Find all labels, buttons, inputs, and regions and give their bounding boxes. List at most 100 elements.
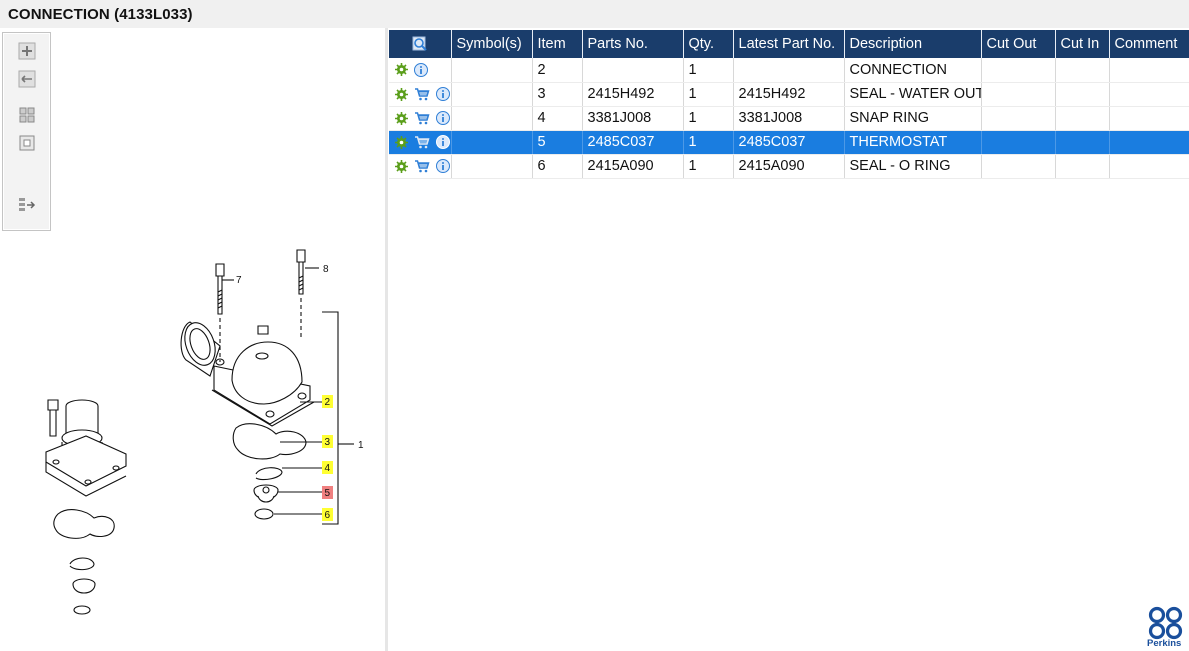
cell-latest-part-no	[733, 58, 845, 83]
gasket-3-drawing	[232, 423, 307, 460]
parts-table: Symbol(s) Item Parts No. Qty. Latest Par…	[389, 30, 1189, 179]
cell-parts-no: 3381J008	[582, 106, 684, 131]
parts-list: Symbol(s) Item Parts No. Qty. Latest Par…	[389, 30, 1189, 179]
gear-icon[interactable]	[395, 111, 408, 125]
callout-8[interactable]: 8	[323, 264, 329, 275]
cell-item: 3	[532, 82, 583, 107]
cell-comment	[1109, 106, 1189, 131]
column-header-qty[interactable]: Qty.	[683, 30, 734, 58]
drawing-toolbar	[2, 32, 51, 231]
table-header-row: Symbol(s) Item Parts No. Qty. Latest Par…	[389, 30, 1189, 58]
gear-icon[interactable]	[395, 63, 408, 77]
cell-symbols	[451, 106, 533, 131]
zoom-in-button[interactable]	[15, 41, 39, 61]
row-actions	[389, 130, 452, 155]
cell-qty: 1	[683, 106, 734, 131]
column-header-item[interactable]: Item	[532, 30, 583, 58]
plus-icon	[18, 42, 36, 60]
cell-comment	[1109, 82, 1189, 107]
row-actions	[389, 154, 452, 179]
cell-description: SEAL - WATER OUTLET	[844, 82, 982, 107]
column-header-actions[interactable]	[389, 30, 452, 58]
info-icon[interactable]	[414, 62, 429, 77]
cell-cut-in	[1055, 130, 1110, 155]
cell-comment	[1109, 130, 1189, 155]
window-title-bar: CONNECTION (4133L033)	[0, 0, 1189, 28]
cell-comment	[1109, 58, 1189, 83]
cell-cut-in	[1055, 106, 1110, 131]
cell-parts-no: 2485C037	[582, 130, 684, 155]
table-row[interactable]: 3 2415H492 1 2415H492 SEAL - WATER OUTLE…	[389, 82, 1189, 107]
info-icon[interactable]	[436, 111, 450, 126]
cart-icon[interactable]	[414, 111, 430, 125]
column-header-parts-no[interactable]: Parts No.	[582, 30, 684, 58]
column-header-cut-out[interactable]: Cut Out	[981, 30, 1056, 58]
cell-latest-part-no: 2485C037	[733, 130, 845, 155]
callout-2[interactable]: 2	[325, 397, 331, 408]
info-icon[interactable]	[436, 87, 450, 102]
cell-symbols	[451, 154, 533, 179]
callout-3[interactable]: 3	[325, 437, 331, 448]
cell-description: SEAL - O RING	[844, 154, 982, 179]
cell-comment	[1109, 154, 1189, 179]
cell-cut-in	[1055, 82, 1110, 107]
callout-7[interactable]: 7	[236, 275, 242, 286]
fit-all-button[interactable]	[15, 105, 39, 125]
cell-cut-out	[981, 82, 1056, 107]
column-header-latest-part-no[interactable]: Latest Part No.	[733, 30, 845, 58]
search-parts-icon	[412, 36, 427, 51]
cell-cut-in	[1055, 154, 1110, 179]
cell-qty: 1	[683, 58, 734, 83]
callout-4[interactable]: 4	[325, 463, 331, 474]
snap-ring-4-drawing	[255, 467, 283, 481]
grid-icon	[19, 107, 35, 123]
row-actions	[389, 58, 452, 83]
gear-icon[interactable]	[395, 135, 408, 149]
gear-icon[interactable]	[395, 159, 408, 173]
cart-icon[interactable]	[414, 135, 430, 149]
export-list-icon	[19, 198, 36, 211]
info-icon[interactable]	[436, 159, 450, 174]
cell-qty: 1	[683, 154, 734, 179]
cell-cut-out	[981, 58, 1056, 83]
column-header-symbols[interactable]: Symbol(s)	[451, 30, 533, 58]
cell-item: 2	[532, 58, 583, 83]
table-row-selected[interactable]: 5 2485C037 1 2485C037 THERMOSTAT	[389, 130, 1189, 155]
cart-icon[interactable]	[414, 87, 430, 101]
table-row[interactable]: 6 2415A090 1 2415A090 SEAL - O RING	[389, 154, 1189, 179]
cell-latest-part-no: 2415A090	[733, 154, 845, 179]
minus-icon	[18, 70, 36, 88]
cell-cut-out	[981, 106, 1056, 131]
fit-window-button[interactable]	[15, 133, 39, 153]
cell-symbols	[451, 130, 533, 155]
cart-icon[interactable]	[414, 159, 430, 173]
cell-parts-no	[582, 58, 684, 83]
bolt-8-drawing	[296, 249, 319, 338]
row-actions	[389, 106, 452, 131]
pane-splitter[interactable]	[385, 28, 388, 651]
column-header-cut-in[interactable]: Cut In	[1055, 30, 1110, 58]
cell-cut-out	[981, 130, 1056, 155]
alternate-assembly-drawing	[45, 399, 127, 615]
gear-icon[interactable]	[395, 87, 408, 101]
table-row[interactable]: 4 3381J008 1 3381J008 SNAP RING	[389, 106, 1189, 131]
parts-diagram[interactable]: 7 8 1 2 3 4 5 6	[0, 238, 380, 638]
zoom-out-button[interactable]	[15, 69, 39, 89]
cell-description: CONNECTION	[844, 58, 982, 83]
info-icon[interactable]	[436, 135, 450, 150]
thermostat-5-drawing	[253, 484, 279, 503]
square-icon	[19, 135, 35, 151]
callout-6[interactable]: 6	[325, 510, 331, 521]
cell-item: 5	[532, 130, 583, 155]
table-row[interactable]: 2 1 CONNECTION	[389, 58, 1189, 83]
callout-1[interactable]: 1	[358, 440, 364, 451]
cell-cut-out	[981, 154, 1056, 179]
cell-parts-no: 2415H492	[582, 82, 684, 107]
window-title: CONNECTION (4133L033)	[8, 6, 193, 23]
column-header-description[interactable]: Description	[844, 30, 982, 58]
cell-cut-in	[1055, 58, 1110, 83]
export-button[interactable]	[15, 195, 39, 215]
cell-description: THERMOSTAT	[844, 130, 982, 155]
callout-5[interactable]: 5	[325, 488, 331, 499]
column-header-comment[interactable]: Comment	[1109, 30, 1189, 58]
